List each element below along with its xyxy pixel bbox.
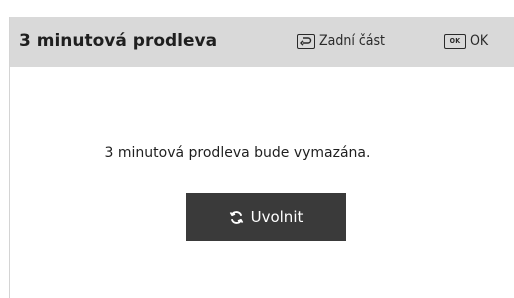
release-button[interactable]: Uvolnit xyxy=(186,193,346,241)
return-key-icon xyxy=(297,33,315,49)
ok-key-icon: OK xyxy=(444,33,466,49)
dialog-header: 3 minutová prodleva Zadní část OK OK xyxy=(10,17,514,67)
dialog-title: 3 minutová prodleva xyxy=(19,31,218,51)
delay-dialog: 3 minutová prodleva Zadní část OK OK 3 m… xyxy=(9,17,514,298)
back-hint[interactable]: Zadní část xyxy=(297,33,385,49)
release-button-label: Uvolnit xyxy=(250,208,304,226)
refresh-icon xyxy=(229,210,244,225)
ok-hint[interactable]: OK OK xyxy=(444,33,488,49)
ok-hint-label: OK xyxy=(470,33,489,49)
back-hint-label: Zadní část xyxy=(319,33,385,49)
dialog-message: 3 minutová prodleva bude vymazána. xyxy=(104,145,371,161)
